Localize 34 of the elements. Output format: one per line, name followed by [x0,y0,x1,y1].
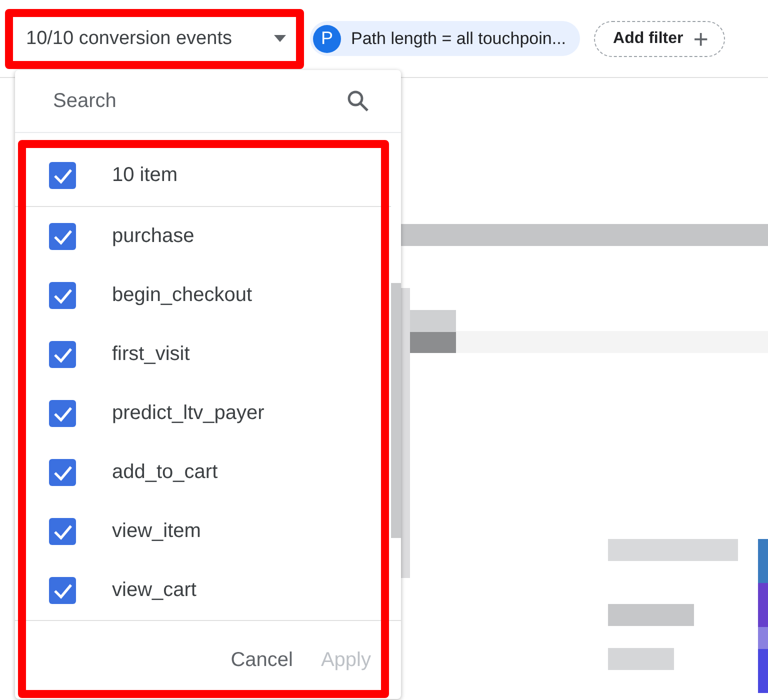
checkmark-icon [52,582,72,598]
item-label: purchase [112,225,194,248]
caret-icon [274,35,286,42]
add-filter-button[interactable]: Add filter + [594,20,726,56]
checkmark-icon [52,346,72,362]
checkmark-icon [52,168,72,184]
item-label: first_visit [112,343,190,366]
checkmark-icon [52,464,72,480]
checkmark-icon [52,288,72,304]
checkbox[interactable] [49,459,76,486]
item-label: view_item [112,520,201,543]
checkbox[interactable] [49,282,76,309]
checkbox[interactable] [49,577,76,604]
checkmark-icon [52,524,72,540]
checkbox[interactable] [49,341,76,368]
item-label: 10 item [112,164,178,187]
checkbox[interactable] [49,518,76,545]
chip-label: Path length = all touchpoin... [351,28,566,48]
checkbox[interactable] [49,162,76,189]
item-label: add_to_cart [112,461,218,484]
checkbox[interactable] [49,223,76,250]
plus-icon: + [693,26,708,52]
search-field[interactable]: Search [51,88,315,114]
cancel-button[interactable]: Cancel [226,642,297,678]
checkbox[interactable] [49,400,76,427]
checkmark-icon [52,406,72,422]
item-label: predict_ltv_payer [112,402,264,425]
avatar-badge: P [313,24,341,52]
item-label: view_cart [112,579,196,602]
checkmark-icon [52,228,72,244]
scrollbar-thumb[interactable] [391,283,401,538]
filter-chip[interactable]: P Path length = all touchpoin... [310,21,580,56]
item-label: begin_checkout [112,284,252,307]
search-icon [347,90,369,112]
